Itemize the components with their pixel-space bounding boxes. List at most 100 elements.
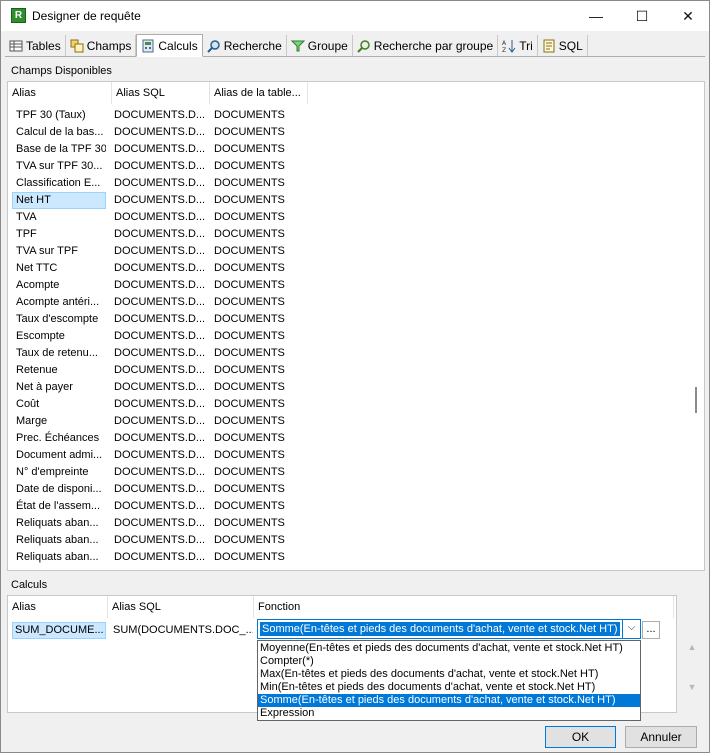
champ-alias-cell[interactable]: N° d'empreinte (12, 464, 106, 481)
champ-alias-cell[interactable]: Taux d'escompte (12, 311, 106, 328)
champ-alias-sql-cell[interactable]: DOCUMENTS.D... (114, 464, 206, 481)
champ-alias-cell[interactable]: Net TTC (12, 260, 106, 277)
champ-alias-sql-cell[interactable]: DOCUMENTS.D... (114, 498, 206, 515)
champ-alias-sql-cell[interactable]: DOCUMENTS.D... (114, 549, 206, 566)
column-header-table-alias[interactable]: Alias de la table... (210, 82, 308, 104)
champ-alias-cell[interactable]: Reliquats aban... (12, 549, 106, 566)
tab-recherche-par-groupe[interactable]: Recherche par groupe (353, 35, 499, 56)
champ-table-alias-cell[interactable]: DOCUMENTS (214, 192, 306, 209)
champ-alias-sql-cell[interactable]: DOCUMENTS.D... (114, 192, 206, 209)
champ-alias-sql-cell[interactable]: DOCUMENTS.D... (114, 430, 206, 447)
champ-alias-sql-cell[interactable]: DOCUMENTS.D... (114, 243, 206, 260)
champ-alias-cell[interactable]: Marge (12, 413, 106, 430)
champ-alias-cell[interactable]: TVA (12, 209, 106, 226)
column-header-fonction[interactable]: Fonction (254, 596, 674, 618)
tab-sql[interactable]: SQL (538, 35, 588, 56)
champ-table-alias-cell[interactable]: DOCUMENTS (214, 260, 306, 277)
champ-table-alias-cell[interactable]: DOCUMENTS (214, 328, 306, 345)
champ-alias-sql-cell[interactable]: DOCUMENTS.D... (114, 447, 206, 464)
maximize-button[interactable]: ☐ (619, 1, 665, 31)
champ-alias-sql-cell[interactable]: DOCUMENTS.D... (114, 294, 206, 311)
champ-table-alias-cell[interactable]: DOCUMENTS (214, 362, 306, 379)
champ-table-alias-cell[interactable]: DOCUMENTS (214, 243, 306, 260)
champ-alias-cell[interactable]: Retenue (12, 362, 106, 379)
calcul-alias-cell[interactable]: SUM_DOCUME... (12, 622, 106, 639)
champ-alias-cell[interactable]: Taux de retenu... (12, 345, 106, 362)
champ-table-alias-cell[interactable]: DOCUMENTS (214, 464, 306, 481)
champ-alias-sql-cell[interactable]: DOCUMENTS.D... (114, 413, 206, 430)
move-down-icon[interactable]: ▼ (685, 681, 699, 693)
fonction-combo[interactable]: Somme(En-têtes et pieds des documents d'… (257, 619, 641, 639)
move-up-icon[interactable]: ▲ (685, 641, 699, 653)
champ-table-alias-cell[interactable]: DOCUMENTS (214, 430, 306, 447)
champ-alias-sql-cell[interactable]: DOCUMENTS.D... (114, 481, 206, 498)
champ-alias-sql-cell[interactable]: DOCUMENTS.D... (114, 226, 206, 243)
champ-alias-sql-cell[interactable]: DOCUMENTS.D... (114, 345, 206, 362)
champ-alias-cell[interactable]: Escompte (12, 328, 106, 345)
champ-alias-sql-cell[interactable]: DOCUMENTS.D... (114, 362, 206, 379)
column-header-alias-sql[interactable]: Alias SQL (112, 82, 210, 104)
champ-alias-cell[interactable]: Date de disponi... (12, 481, 106, 498)
champs-list[interactable]: Alias Alias SQL Alias de la table... TPF… (7, 81, 705, 571)
champ-alias-cell[interactable]: Net à payer (12, 379, 106, 396)
champ-alias-cell[interactable]: TVA sur TPF (12, 243, 106, 260)
fonction-option[interactable]: Somme(En-têtes et pieds des documents d'… (258, 694, 640, 707)
champ-alias-cell[interactable]: Base de la TPF 30 (12, 141, 106, 158)
champ-alias-sql-cell[interactable]: DOCUMENTS.D... (114, 107, 206, 124)
champ-table-alias-cell[interactable]: DOCUMENTS (214, 549, 306, 566)
champ-alias-cell[interactable]: Reliquats aban... (12, 515, 106, 532)
champ-table-alias-cell[interactable]: DOCUMENTS (214, 175, 306, 192)
chevron-down-icon[interactable]: ⌵ (622, 620, 640, 638)
champ-alias-cell[interactable]: TPF (12, 226, 106, 243)
tab-groupe[interactable]: Groupe (287, 35, 353, 56)
champ-alias-sql-cell[interactable]: DOCUMENTS.D... (114, 311, 206, 328)
champ-table-alias-cell[interactable]: DOCUMENTS (214, 294, 306, 311)
champ-alias-cell[interactable]: Acompte antéri... (12, 294, 106, 311)
tab-champs[interactable]: Champs (66, 35, 137, 56)
champ-table-alias-cell[interactable]: DOCUMENTS (214, 447, 306, 464)
calcul-alias-sql-cell[interactable]: SUM(DOCUMENTS.DOC_... (113, 622, 253, 639)
fonction-option[interactable]: Compter(*) (258, 655, 640, 668)
champ-alias-sql-cell[interactable]: DOCUMENTS.D... (114, 396, 206, 413)
champ-table-alias-cell[interactable]: DOCUMENTS (214, 532, 306, 549)
champ-table-alias-cell[interactable]: DOCUMENTS (214, 226, 306, 243)
champ-table-alias-cell[interactable]: DOCUMENTS (214, 311, 306, 328)
champ-alias-sql-cell[interactable]: DOCUMENTS.D... (114, 175, 206, 192)
champ-alias-sql-cell[interactable]: DOCUMENTS.D... (114, 515, 206, 532)
tab-tri[interactable]: AZ Tri (498, 35, 538, 56)
vertical-scrollbar[interactable] (695, 387, 697, 413)
champ-alias-cell[interactable]: État de l'assem... (12, 498, 106, 515)
champ-alias-sql-cell[interactable]: DOCUMENTS.D... (114, 260, 206, 277)
ellipsis-button[interactable]: ... (642, 621, 660, 639)
champ-alias-sql-cell[interactable]: DOCUMENTS.D... (114, 277, 206, 294)
champ-table-alias-cell[interactable]: DOCUMENTS (214, 481, 306, 498)
champ-alias-sql-cell[interactable]: DOCUMENTS.D... (114, 532, 206, 549)
champ-alias-cell[interactable]: Prec. Échéances (12, 430, 106, 447)
champ-table-alias-cell[interactable]: DOCUMENTS (214, 124, 306, 141)
champ-table-alias-cell[interactable]: DOCUMENTS (214, 413, 306, 430)
fonction-option[interactable]: Min(En-têtes et pieds des documents d'ac… (258, 681, 640, 694)
champ-alias-sql-cell[interactable]: DOCUMENTS.D... (114, 141, 206, 158)
fonction-option[interactable]: Moyenne(En-têtes et pieds des documents … (258, 642, 640, 655)
champ-alias-cell[interactable]: TPF 30 (Taux) (12, 107, 106, 124)
champ-alias-cell[interactable]: TVA sur TPF 30... (12, 158, 106, 175)
champ-table-alias-cell[interactable]: DOCUMENTS (214, 277, 306, 294)
champ-alias-cell[interactable]: Net HT (12, 192, 106, 209)
fonction-option[interactable]: Expression (258, 707, 640, 720)
champ-table-alias-cell[interactable]: DOCUMENTS (214, 107, 306, 124)
champ-alias-cell[interactable]: Coût (12, 396, 106, 413)
champ-alias-cell[interactable]: Classification E... (12, 175, 106, 192)
close-button[interactable]: ✕ (665, 1, 710, 31)
column-header-alias[interactable]: Alias (8, 596, 108, 618)
column-header-alias-sql[interactable]: Alias SQL (108, 596, 254, 618)
column-header-alias[interactable]: Alias (8, 82, 112, 104)
champ-alias-cell[interactable]: Calcul de la bas... (12, 124, 106, 141)
champ-alias-cell[interactable]: Acompte (12, 277, 106, 294)
champ-table-alias-cell[interactable]: DOCUMENTS (214, 345, 306, 362)
champ-table-alias-cell[interactable]: DOCUMENTS (214, 379, 306, 396)
champ-table-alias-cell[interactable]: DOCUMENTS (214, 396, 306, 413)
champ-alias-cell[interactable]: Document admi... (12, 447, 106, 464)
champ-table-alias-cell[interactable]: DOCUMENTS (214, 515, 306, 532)
champ-alias-sql-cell[interactable]: DOCUMENTS.D... (114, 328, 206, 345)
champ-table-alias-cell[interactable]: DOCUMENTS (214, 498, 306, 515)
